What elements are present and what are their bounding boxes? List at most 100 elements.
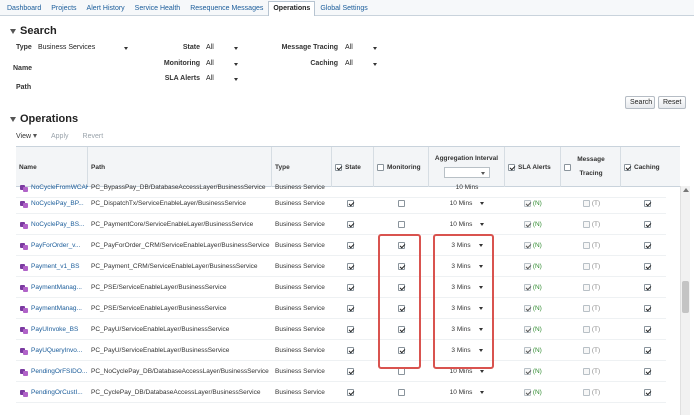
scroll-up-arrow-icon[interactable] <box>683 188 689 192</box>
table-row[interactable]: PaymentManag... PC_PSE/ServiceEnableLayer… <box>16 298 666 319</box>
caching-checkbox[interactable] <box>644 367 651 375</box>
aggregation-interval-select[interactable]: 3 Mins <box>429 235 505 256</box>
table-scrollbar[interactable] <box>680 186 690 415</box>
aggregation-interval-select[interactable]: 3 Mins <box>429 340 505 361</box>
monitoring-checkbox[interactable] <box>398 199 405 207</box>
sla-alerts-select[interactable]: All <box>206 74 238 84</box>
sla-alerts-checkbox[interactable] <box>524 388 531 396</box>
message-tracing-checkbox[interactable] <box>583 346 590 354</box>
search-button[interactable]: Search <box>625 96 655 109</box>
table-row[interactable]: PaymentManag... PC_PSE/ServiceEnableLayer… <box>16 277 666 298</box>
service-name-link[interactable]: NoCyclePay_BS... <box>20 214 88 235</box>
aggregation-interval-select[interactable]: 3 Mins <box>429 277 505 298</box>
sla-alerts-checkbox[interactable] <box>524 325 531 333</box>
operations-section-title[interactable]: Operations <box>10 113 78 125</box>
sla-alerts-checkbox[interactable] <box>524 367 531 375</box>
sla-alerts-checkbox[interactable] <box>524 220 531 228</box>
sla-alerts-checkbox[interactable] <box>524 283 531 291</box>
caching-checkbox[interactable] <box>644 346 651 354</box>
tab-resequence-messages[interactable]: Resequence Messages <box>185 1 268 15</box>
state-checkbox[interactable] <box>347 262 354 270</box>
monitoring-checkbox[interactable] <box>398 346 405 354</box>
caching-checkbox[interactable] <box>644 199 651 207</box>
message-tracing-checkbox[interactable] <box>583 304 590 312</box>
sla-alerts-checkbox[interactable] <box>524 241 531 249</box>
tab-projects[interactable]: Projects <box>46 1 81 15</box>
service-name-link[interactable]: PaymentManag... <box>20 277 88 298</box>
service-name-link[interactable]: PayForOrder_v... <box>20 235 88 256</box>
aggregation-interval-select[interactable]: 3 Mins <box>429 319 505 340</box>
monitoring-checkbox[interactable] <box>398 304 405 312</box>
state-select-all-checkbox[interactable] <box>335 163 342 171</box>
caching-checkbox[interactable] <box>644 283 651 291</box>
message-tracing-checkbox[interactable] <box>583 367 590 375</box>
state-select[interactable]: All <box>206 43 238 53</box>
table-row[interactable]: Payment_v1_BS PC_Payment_CRM/ServiceEnabl… <box>16 256 666 277</box>
monitoring-checkbox[interactable] <box>398 283 405 291</box>
caching-checkbox[interactable] <box>644 220 651 228</box>
tracing-select-all-checkbox[interactable] <box>564 163 571 171</box>
service-name-link[interactable]: PayUQueryInvo... <box>20 340 88 361</box>
aggregation-interval-select[interactable]: 3 Mins <box>429 256 505 277</box>
message-tracing-checkbox[interactable] <box>583 388 590 396</box>
monitoring-select[interactable]: All <box>206 59 238 69</box>
state-checkbox[interactable] <box>347 241 354 249</box>
table-row[interactable]: PayUInvoke_BS PC_PayU/ServiceEnableLayer/… <box>16 319 666 340</box>
monitoring-checkbox[interactable] <box>398 367 405 375</box>
message-tracing-checkbox[interactable] <box>583 283 590 291</box>
state-checkbox[interactable] <box>347 325 354 333</box>
monitoring-checkbox[interactable] <box>398 262 405 270</box>
caching-checkbox[interactable] <box>644 304 651 312</box>
message-tracing-checkbox[interactable] <box>583 220 590 228</box>
service-name-link[interactable]: NoCyclePay_BP... <box>20 193 88 214</box>
aggregation-interval-select[interactable]: 10 Mins <box>429 193 505 214</box>
view-menu[interactable]: View <box>16 133 37 140</box>
collapse-triangle-icon[interactable] <box>10 116 16 122</box>
tab-service-health[interactable]: Service Health <box>130 1 186 15</box>
message-tracing-checkbox[interactable] <box>583 241 590 249</box>
caching-checkbox[interactable] <box>644 388 651 396</box>
type-select[interactable]: Business Services <box>38 43 128 53</box>
state-checkbox[interactable] <box>347 199 354 207</box>
table-row[interactable]: PayUQueryInvo... PC_PayU/ServiceEnableLay… <box>16 340 666 361</box>
message-tracing-checkbox[interactable] <box>583 325 590 333</box>
monitoring-select-all-checkbox[interactable] <box>377 163 384 171</box>
search-section-title[interactable]: Search <box>10 25 57 37</box>
message-tracing-select[interactable]: All <box>345 43 377 53</box>
monitoring-checkbox[interactable] <box>398 325 405 333</box>
state-checkbox[interactable] <box>347 388 354 396</box>
monitoring-checkbox[interactable] <box>398 220 405 228</box>
sla-alerts-checkbox[interactable] <box>524 199 531 207</box>
service-name-link[interactable]: PaymentManag... <box>20 298 88 319</box>
monitoring-checkbox[interactable] <box>398 241 405 249</box>
scrollbar-thumb[interactable] <box>682 281 689 313</box>
tab-dashboard[interactable]: Dashboard <box>2 1 46 15</box>
caching-select[interactable]: All <box>345 59 377 69</box>
revert-button[interactable]: Revert <box>83 133 104 140</box>
tab-alert-history[interactable]: Alert History <box>82 1 130 15</box>
state-checkbox[interactable] <box>347 367 354 375</box>
sla-select-all-checkbox[interactable] <box>508 163 515 171</box>
table-row[interactable]: PayForOrder_v... PC_PayForOrder_CRM/Servi… <box>16 235 666 256</box>
aggregation-interval-select[interactable]: 10 Mins <box>429 382 505 403</box>
table-row[interactable]: PendingOrFSIDO... PC_NoCyclePay_DB/Databa… <box>16 361 666 382</box>
service-name-link[interactable]: Payment_v1_BS <box>20 256 88 277</box>
reset-button[interactable]: Reset <box>658 96 686 109</box>
aggregation-interval-select[interactable]: 3 Mins <box>429 298 505 319</box>
collapse-triangle-icon[interactable] <box>10 28 16 34</box>
message-tracing-checkbox[interactable] <box>583 262 590 270</box>
service-name-link[interactable]: PayUInvoke_BS <box>20 319 88 340</box>
state-checkbox[interactable] <box>347 304 354 312</box>
table-row[interactable]: PendingOrCustI... PC_CyclePay_DB/Database… <box>16 382 666 403</box>
service-name-link[interactable]: PendingOrCustI... <box>20 382 88 403</box>
caching-checkbox[interactable] <box>644 241 651 249</box>
state-checkbox[interactable] <box>347 283 354 291</box>
table-row[interactable]: NoCyclePay_BS... PC_PaymentCore/ServiceEn… <box>16 214 666 235</box>
monitoring-checkbox[interactable] <box>398 388 405 396</box>
sla-alerts-checkbox[interactable] <box>524 304 531 312</box>
sla-alerts-checkbox[interactable] <box>524 346 531 354</box>
caching-select-all-checkbox[interactable] <box>624 163 631 171</box>
table-row[interactable]: NoCyclePay_BP... PC_DispatchTx/ServiceEna… <box>16 193 666 214</box>
caching-checkbox[interactable] <box>644 262 651 270</box>
tab-operations[interactable]: Operations <box>268 1 316 16</box>
